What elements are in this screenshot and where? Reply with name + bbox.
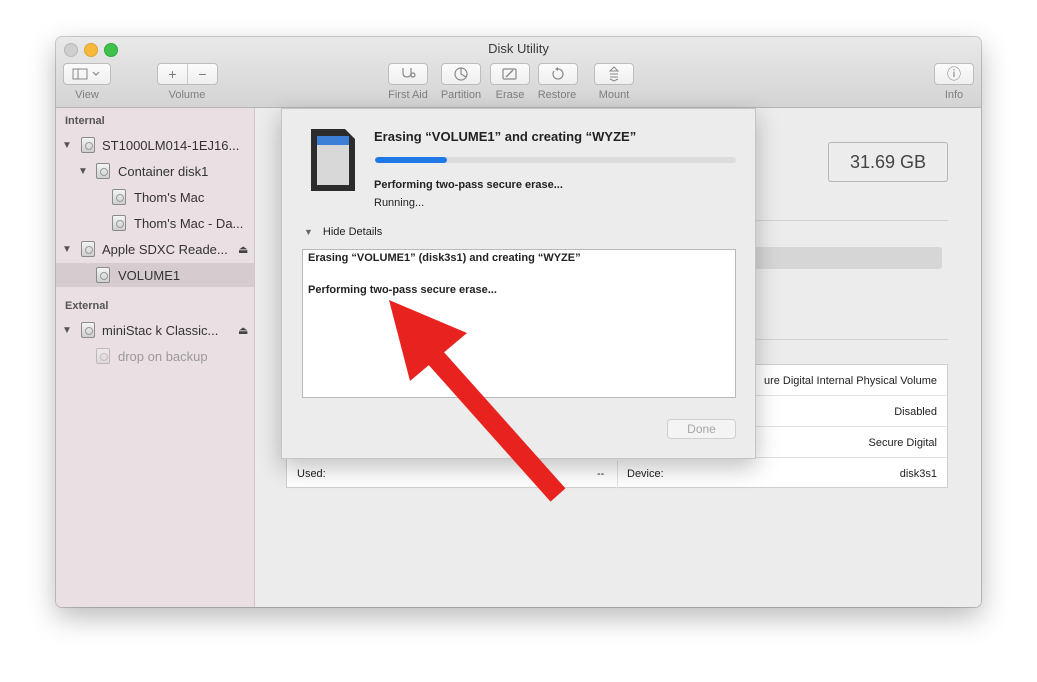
log-line: Performing two-pass secure erase... [308,284,497,296]
mount-label: Mount [598,89,630,101]
stethoscope-icon [402,68,416,78]
volume-icon [96,267,110,283]
disclosure-triangle-icon[interactable]: ▼ [62,140,72,151]
partition-button[interactable] [441,63,481,85]
sidebar-item-drop-on-backup[interactable]: drop on backup [56,344,254,368]
sidebar-header-external: External [65,300,109,312]
sidebar-item-label: ST1000LM014-1EJ16... [102,137,240,153]
status-text: Performing two-pass secure erase... [374,179,563,191]
sidebar-item-label: Thom's Mac [134,189,205,205]
sidebar-item-volume1[interactable]: VOLUME1 [56,263,254,287]
hard-disk-icon [81,137,95,153]
eject-icon[interactable]: ⏏ [238,243,248,256]
disclosure-triangle-icon[interactable]: ▼ [78,166,88,177]
sidebar-item-ministack-classic[interactable]: ▼ miniStac k Classic... ⏏ [56,318,254,342]
card-reader-icon [81,241,95,257]
progress-fill [375,157,448,163]
erase-icon [502,68,517,80]
first-aid-button[interactable] [388,63,428,85]
erase-button[interactable] [490,63,530,85]
sheet-title: Erasing “VOLUME1” and creating “WYZE” [374,129,637,144]
sidebar-icon [72,68,100,80]
sd-card-icon [311,129,355,191]
erase-progress-bar [375,157,736,163]
info-icon: ⓘ [947,66,961,82]
volume-segmented-control[interactable]: + − [157,63,218,85]
volume-icon [112,189,126,205]
sidebar-item-label: Thom's Mac - Da... [134,215,244,231]
eject-icon[interactable]: ⏏ [238,324,248,337]
sidebar: Internal ▼ ST1000LM014-1EJ16... ▼ Contai… [56,108,255,607]
substatus-text: Running... [374,197,425,209]
sidebar-item-container-disk1[interactable]: ▼ Container disk1 [56,159,254,183]
details-log[interactable]: Erasing “VOLUME1” (disk3s1) and creating… [302,249,736,398]
capacity-box: 31.69 GB [828,142,948,182]
sidebar-item-st1000lm014[interactable]: ▼ ST1000LM014-1EJ16... [56,133,254,157]
view-label: View [75,89,99,101]
column-divider [617,461,618,489]
sidebar-header-internal: Internal [65,115,105,127]
add-volume-button[interactable]: + [158,66,187,82]
pie-chart-icon [454,67,468,81]
table-cell-value: Secure Digital [868,437,937,449]
mount-button[interactable] [594,63,634,85]
info-label: Info [944,89,964,101]
done-button[interactable]: Done [667,419,736,439]
toolbar: Disk Utility View + − Volume First Aid P… [56,37,981,108]
remove-volume-button[interactable]: − [188,66,217,82]
sidebar-item-thoms-mac[interactable]: Thom's Mac [56,185,254,209]
external-disk-icon [81,322,95,338]
volume-label: Volume [168,89,206,101]
device-value: disk3s1 [899,468,937,480]
restore-button[interactable] [538,63,578,85]
container-icon [96,163,110,179]
usage-bar [750,247,942,269]
volume-icon [112,215,126,231]
sidebar-item-label: VOLUME1 [118,267,181,283]
volume-icon [96,348,110,364]
sidebar-item-label: miniStac k Classic... [102,322,219,338]
view-button[interactable] [63,63,111,85]
sidebar-item-label: Apple SDXC Reade... [102,241,228,257]
restore-icon [552,67,564,80]
disclosure-triangle-icon[interactable]: ▼ [62,244,72,255]
table-cell-value: Disabled [894,406,937,418]
sidebar-item-label: Container disk1 [118,163,209,179]
disclosure-triangle-icon: ▼ [304,227,313,237]
divider [750,220,948,221]
mount-icon [608,66,620,82]
hide-details-label: Hide Details [322,226,383,238]
used-label: Used: [297,468,326,480]
sidebar-item-apple-sdxc-reader[interactable]: ▼ Apple SDXC Reade... ⏏ [56,237,254,261]
window-title: Disk Utility [488,41,549,56]
divider [750,339,948,340]
used-value: -- [597,468,605,480]
sidebar-item-thoms-mac-data[interactable]: Thom's Mac - Da... [56,211,254,235]
erase-progress-sheet: Erasing “VOLUME1” and creating “WYZE” Pe… [281,108,756,459]
device-label: Device: [627,468,664,480]
table-cell-value: ure Digital Internal Physical Volume [763,375,937,387]
sidebar-item-label: drop on backup [118,348,208,364]
disclosure-triangle-icon[interactable]: ▼ [62,325,72,336]
log-line: Erasing “VOLUME1” (disk3s1) and creating… [308,252,581,264]
info-button[interactable]: ⓘ [934,63,974,85]
hide-details-toggle[interactable]: ▼ Hide Details [304,226,382,238]
